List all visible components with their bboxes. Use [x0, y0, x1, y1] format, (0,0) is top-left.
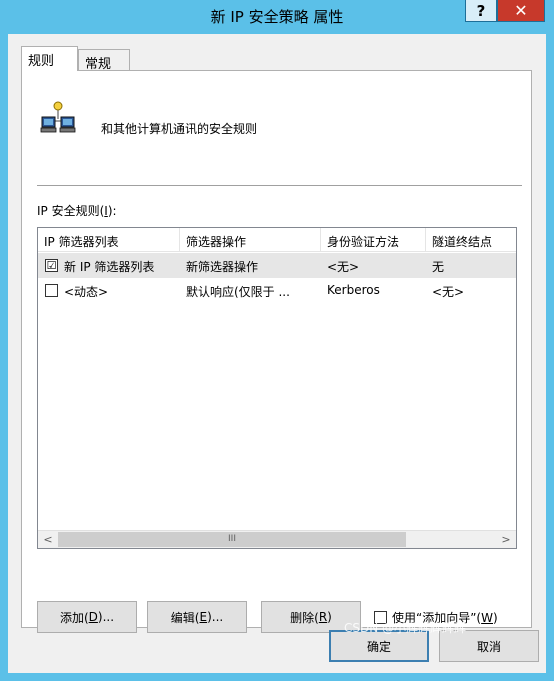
help-button[interactable]: ? [465, 0, 497, 22]
title-bar: 新 IP 安全策略 属性 ? ✕ [0, 0, 554, 34]
divider [37, 185, 522, 186]
table-row[interactable]: ☑ 新 IP 筛选器列表 新筛选器操作 <无> 无 [38, 253, 516, 278]
cell-filter-action: 新筛选器操作 [186, 260, 259, 274]
rules-tab-panel: 和其他计算机通讯的安全规则 IP 安全规则(I): IP 筛选器列表 筛选器操作… [21, 70, 532, 633]
cell-filter-action: 默认响应(仅限于 ... [186, 285, 290, 299]
ip-security-rules-label: IP 安全规则(I): [37, 204, 117, 218]
column-header-filter-action[interactable]: 筛选器操作 [180, 228, 321, 252]
column-header-auth-method[interactable]: 身份验证方法 [321, 228, 426, 252]
tab-general[interactable]: 常规 [78, 49, 130, 72]
cell-auth-method: <无> [327, 260, 360, 274]
rule-checkbox[interactable]: ☑ [45, 259, 58, 272]
close-button[interactable]: ✕ [497, 0, 545, 22]
cell-filter-list: <动态> [64, 285, 109, 299]
add-rule-button[interactable]: 添加(D)... [37, 601, 137, 633]
scroll-left-icon[interactable]: < [39, 532, 57, 548]
rule-checkbox[interactable] [45, 284, 58, 297]
edit-rule-button[interactable]: 编辑(E)... [147, 601, 247, 633]
scroll-thumb[interactable]: III [58, 532, 406, 547]
network-computers-icon [40, 101, 76, 133]
rules-description: 和其他计算机通讯的安全规则 [101, 122, 258, 136]
column-header-tunnel-endpoint[interactable]: 隧道终结点 [426, 228, 516, 252]
ip-security-rules-list[interactable]: IP 筛选器列表 筛选器操作 身份验证方法 隧道终结点 ☑ 新 IP 筛选器列表… [37, 227, 517, 549]
cell-tunnel-endpoint: 无 [432, 260, 445, 274]
cell-tunnel-endpoint: <无> [432, 285, 465, 299]
column-header-filter-list[interactable]: IP 筛选器列表 [38, 228, 180, 252]
cell-auth-method: Kerberos [327, 283, 380, 297]
tab-rules[interactable]: 规则 [21, 46, 78, 71]
table-row[interactable]: <动态> 默认响应(仅限于 ... Kerberos <无> [38, 278, 516, 303]
watermark: CSDN @小辉辉辉辉辉 [344, 621, 467, 635]
cell-filter-list: 新 IP 筛选器列表 [64, 260, 155, 274]
list-header: IP 筛选器列表 筛选器操作 身份验证方法 隧道终结点 [38, 228, 516, 252]
scroll-right-icon[interactable]: > [497, 532, 515, 548]
dialog-client-area: 规则 常规 和其他计算机通讯的安全规则 IP 安全规则(I): IP 筛选器列表… [8, 34, 546, 673]
horizontal-scrollbar[interactable]: < III > [38, 530, 516, 548]
